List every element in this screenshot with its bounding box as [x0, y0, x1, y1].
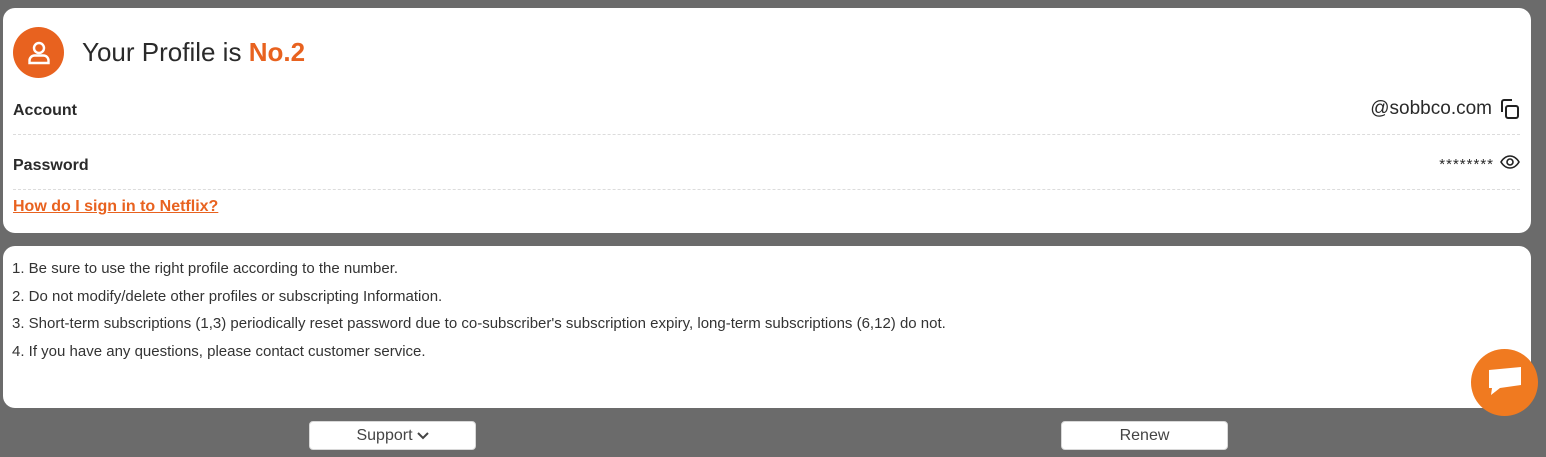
profile-title-prefix: Your Profile is [82, 37, 242, 67]
user-icon [13, 27, 64, 78]
note-item: 1. Be sure to use the right profile acco… [12, 260, 399, 277]
profile-number: No.2 [248, 37, 306, 67]
notes-list: 1. Be sure to use the right profile acco… [12, 255, 946, 365]
notes-card: 1. Be sure to use the right profile acco… [3, 246, 1531, 408]
support-button[interactable]: Support [309, 421, 476, 450]
note-item: 4. If you have any questions, please con… [12, 342, 426, 360]
profile-title: Your Profile is No.2 [82, 34, 305, 70]
account-value: @sobbco.com [1370, 98, 1492, 119]
copy-icon[interactable] [1498, 98, 1520, 120]
support-label: Support [356, 426, 413, 444]
account-label: Account [13, 102, 77, 119]
renew-label: Renew [1119, 426, 1170, 444]
netflix-signin-help-link[interactable]: How do I sign in to Netflix? [13, 198, 218, 216]
password-row: Password ******** [13, 149, 1520, 190]
chevron-down-icon [416, 427, 429, 445]
profile-card: Your Profile is No.2 Account @sobbco.com… [3, 8, 1531, 233]
account-row: Account @sobbco.com [13, 94, 1520, 135]
note-item: 3. Short-term subscriptions (1,3) period… [12, 315, 946, 332]
chat-button[interactable] [1471, 349, 1538, 416]
renew-button[interactable]: Renew [1061, 421, 1228, 450]
password-value: ******** [1439, 156, 1494, 173]
password-label: Password [13, 157, 89, 174]
note-item: 2. Do not modify/delete other profiles o… [12, 287, 443, 305]
eye-icon[interactable] [1500, 154, 1520, 169]
chat-icon [1486, 364, 1524, 401]
